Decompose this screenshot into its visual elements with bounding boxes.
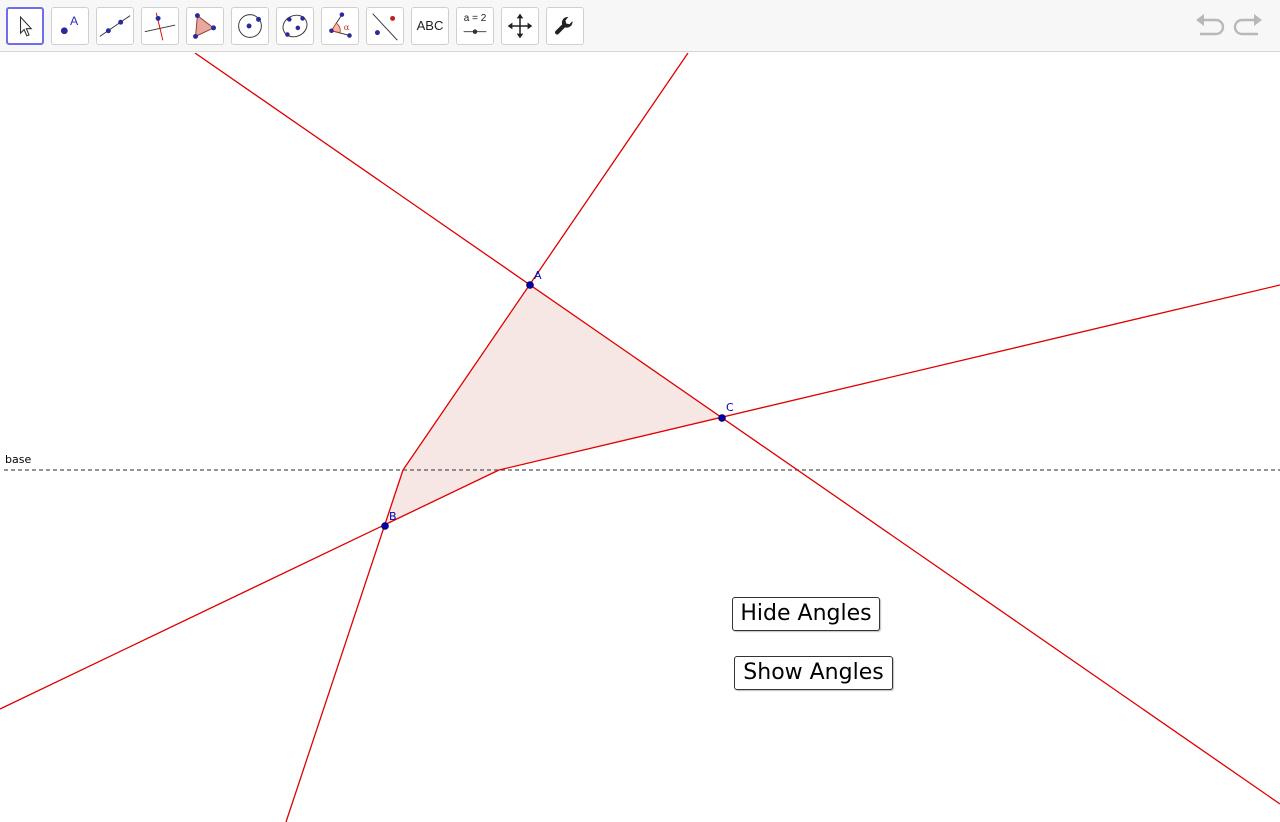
circle-center-point-icon [238, 14, 262, 38]
point-a[interactable] [526, 281, 534, 289]
undo-icon [1196, 14, 1225, 36]
point-a-label: A [534, 269, 542, 282]
move-graphics-tool-button[interactable] [501, 7, 539, 45]
text-icon: ABC [416, 18, 444, 33]
slider-icon [463, 29, 487, 34]
point-c[interactable] [718, 414, 726, 422]
move-graphics-view-icon [507, 13, 533, 39]
redo-icon [1233, 14, 1262, 36]
point-b[interactable] [381, 522, 389, 530]
reflect-line-icon [372, 13, 398, 41]
perpendicular-line-icon [144, 12, 176, 41]
point-tool-button[interactable]: A [51, 7, 89, 45]
angle-icon: α [329, 12, 352, 38]
graphics-view[interactable]: A C B base Hide Angles Show Angles [0, 53, 1280, 822]
point-tool-letter: A [70, 14, 79, 28]
conic-five-points-icon [282, 14, 308, 38]
polygon-icon [193, 13, 216, 39]
shaded-polygon[interactable] [385, 285, 722, 526]
line-ac[interactable] [194, 53, 1280, 805]
move-tool-button[interactable] [6, 7, 44, 45]
base-line-label: base [5, 453, 31, 466]
graphics-svg: A C B base [0, 53, 1280, 822]
polygon-tool-button[interactable] [186, 7, 224, 45]
line-tool-button[interactable] [96, 7, 134, 45]
text-tool-button[interactable]: ABC [411, 7, 449, 45]
redo-button[interactable] [1232, 12, 1264, 40]
move-arrow-icon [19, 15, 33, 37]
wrench-icon [555, 16, 573, 35]
point-b-label: B [389, 510, 397, 523]
show-angles-button[interactable]: Show Angles [734, 656, 893, 690]
toolbar: A α ABC a = 2 [0, 0, 1280, 52]
geogebra-app: A α ABC a = 2 A C B base Hide Angles Sho… [0, 0, 1280, 822]
reflect-tool-button[interactable] [366, 7, 404, 45]
hide-angles-button[interactable]: Hide Angles [732, 597, 880, 631]
circle-tool-button[interactable] [231, 7, 269, 45]
line-cb-lower[interactable] [0, 469, 500, 710]
undo-button[interactable] [1194, 12, 1226, 40]
tools-menu-button[interactable] [546, 7, 584, 45]
point-c-label: C [726, 401, 734, 414]
angle-tool-button[interactable]: α [321, 7, 359, 45]
angle-tool-symbol: α [344, 23, 350, 33]
conic-tool-button[interactable] [276, 7, 314, 45]
perpendicular-tool-button[interactable] [141, 7, 179, 45]
line-icon [99, 15, 131, 37]
point-icon: A [60, 14, 79, 35]
slider-tool-button[interactable]: a = 2 [456, 7, 494, 45]
